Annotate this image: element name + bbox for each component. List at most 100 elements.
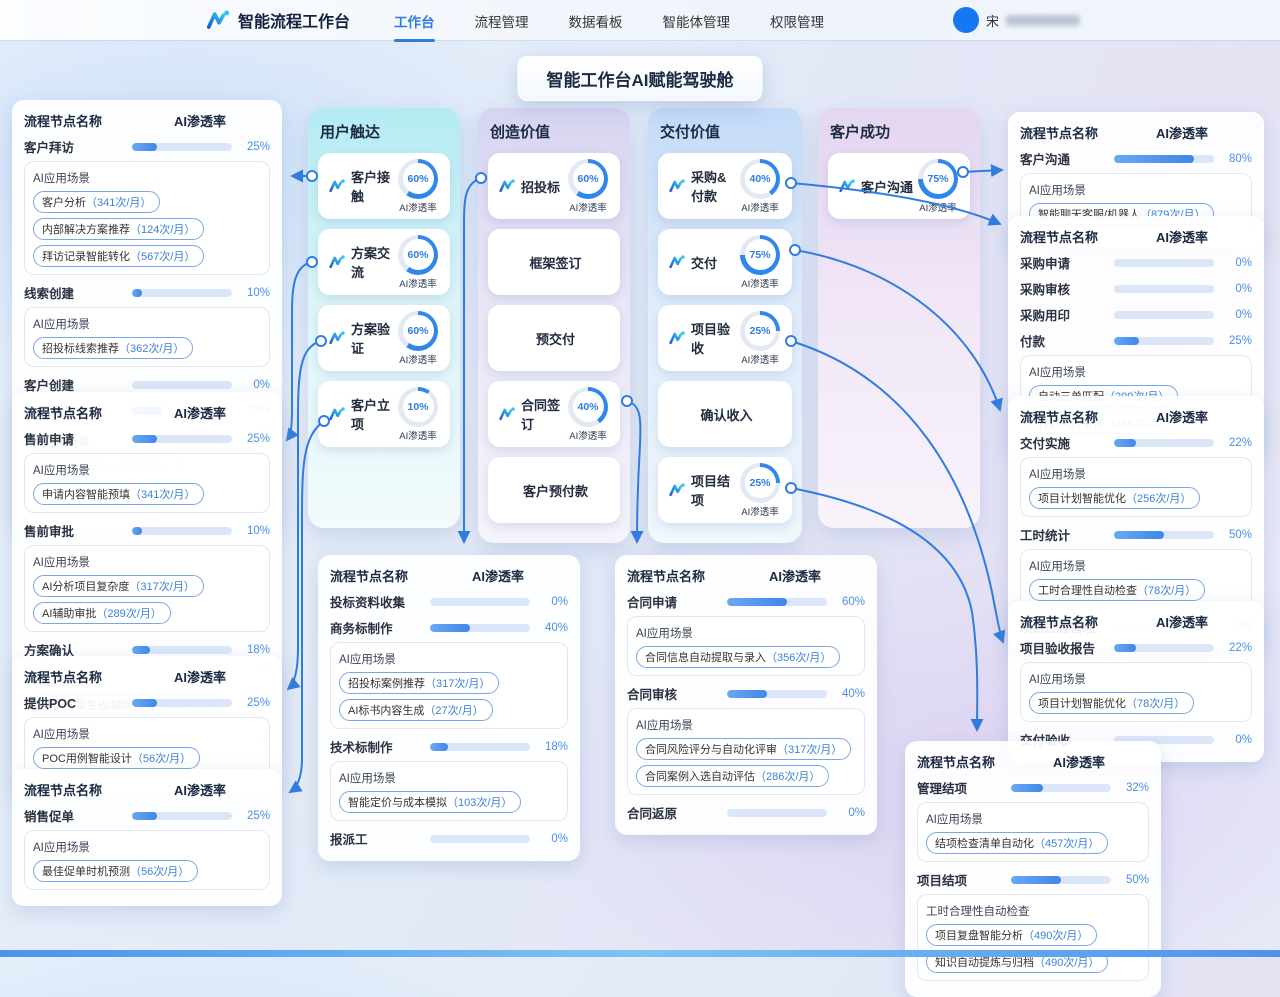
ai-scene-box: 工时合理性自动检查项目复盘智能分析（490次/月）知识自动提炼与归档（490次/…	[917, 894, 1149, 981]
ai-scene-box: AI应用场景项目计划智能优化（256次/月）	[1020, 457, 1252, 517]
ai-scene-tag[interactable]: 智能定价与成本模拟（103次/月）	[339, 791, 521, 813]
stage-node[interactable]: 框架签订	[488, 229, 620, 295]
ai-scene-tag[interactable]: 结项检查清单自动化（457次/月）	[926, 832, 1108, 854]
stage-node[interactable]: 交付75%AI渗透率	[658, 229, 792, 295]
process-row-group: 合同申请60%AI应用场景合同信息自动提取与录入（356次/月）	[627, 592, 865, 676]
ai-scene-tag[interactable]: 项目计划智能优化（256次/月）	[1029, 487, 1200, 509]
process-node-name: 交付实施	[1020, 433, 1114, 452]
stage-node[interactable]: 方案验证60%AI渗透率	[318, 305, 450, 371]
tag-count: （289次/月）	[96, 608, 161, 620]
user-menu[interactable]: 宋	[953, 7, 1080, 33]
process-row: 商务标制作40%	[330, 618, 568, 637]
penetration-ring: 75%	[918, 159, 958, 199]
nav-tab[interactable]: 数据看板	[567, 0, 625, 42]
process-row: 客户拜访25%	[24, 137, 270, 156]
ai-scene-tag[interactable]: 合同风险评分与自动化评审（317次/月）	[636, 738, 851, 760]
stage-node[interactable]: 客户接触60%AI渗透率	[318, 153, 450, 219]
ai-scene-tag[interactable]: 合同信息自动提取与录入（356次/月）	[636, 646, 840, 668]
stage-node[interactable]: 采购&付款40%AI渗透率	[658, 153, 792, 219]
nav-tab[interactable]: 权限管理	[768, 0, 826, 42]
ai-scene-tag[interactable]: 工时合理性自动检查（78次/月）	[1029, 579, 1205, 601]
penetration-percent: 10%	[232, 287, 270, 299]
ring-percent: 60%	[407, 173, 428, 185]
process-row-group: 客户拜访25%AI应用场景客户分析（341次/月）内部解决方案推荐（124次/月…	[24, 137, 270, 275]
process-row-group: 合同审核40%AI应用场景合同风险评分与自动化评审（317次/月）合同案例入选自…	[627, 684, 865, 795]
node-name: 确认收入	[700, 405, 752, 424]
ai-scene-tags: 客户分析（341次/月） 内部解决方案推荐（124次/月） 拜访记录智能转化（567…	[33, 191, 261, 267]
ai-scene-tags: 项目计划智能优化（256次/月）	[1029, 487, 1243, 509]
stage-node[interactable]: 客户沟通75%AI渗透率	[828, 153, 970, 219]
ai-scene-tag[interactable]: AI分析项目复杂度（317次/月）	[33, 575, 204, 597]
app-logo-icon	[205, 7, 231, 33]
node-name: 项目结项	[691, 471, 735, 509]
ai-scene-tag[interactable]: POC用例智能设计（56次/月）	[33, 747, 200, 769]
ai-scene-label: AI应用场景	[1029, 182, 1243, 198]
process-node-name: 项目验收报告	[1020, 638, 1114, 657]
bottom-strip	[0, 950, 1280, 957]
rate-col-header: AI渗透率	[130, 111, 270, 130]
tag-label: 内部解决方案推荐	[42, 224, 130, 236]
rate-col-header: AI渗透率	[1009, 752, 1149, 771]
process-row: 销售促单25%	[24, 806, 270, 825]
tag-count: （256次/月）	[1126, 493, 1191, 505]
penetration-bar	[1114, 259, 1214, 267]
penetration-bar	[1114, 155, 1214, 163]
ai-scene-box: AI应用场景项目计划智能优化（78次/月）	[1020, 662, 1252, 722]
stage-node[interactable]: 方案交流60%AI渗透率	[318, 229, 450, 295]
nav-tab[interactable]: 智能体管理	[661, 0, 733, 42]
ai-scene-tag[interactable]: 招投标案例推荐（317次/月）	[339, 672, 499, 694]
penetration-bar-fill	[1114, 644, 1136, 652]
ai-scene-tag[interactable]: AI标书内容生成（27次/月）	[339, 699, 493, 721]
tag-label: 合同风险评分与自动化评审	[645, 744, 777, 756]
penetration-ring-wrap: 40%AI渗透率	[563, 387, 613, 442]
stage-node[interactable]: 招投标60%AI渗透率	[488, 153, 620, 219]
ai-scene-tags: 招投标案例推荐（317次/月） AI标书内容生成（27次/月）	[339, 672, 559, 721]
stage-node[interactable]: 客户立项10%AI渗透率	[318, 381, 450, 447]
penetration-percent: 0%	[1214, 309, 1252, 321]
node-col-header: 流程节点名称	[330, 566, 428, 585]
penetration-percent: 25%	[232, 810, 270, 822]
ai-scene-tag[interactable]: 拜访记录智能转化（567次/月）	[33, 245, 204, 267]
tag-count: （317次/月）	[129, 581, 194, 593]
ai-scene-tag[interactable]: 合同案例入选自动评估（286次/月）	[636, 765, 829, 787]
process-row: 交付实施22%	[1020, 433, 1252, 452]
rate-col-header: AI渗透率	[1112, 227, 1252, 246]
avatar[interactable]	[953, 7, 979, 33]
ai-scene-tag[interactable]: 客户分析（341次/月）	[33, 191, 160, 213]
node-col-header: 流程节点名称	[1020, 123, 1112, 142]
process-row: 管理结项32%	[917, 778, 1149, 797]
stage-node[interactable]: 合同签订40%AI渗透率	[488, 381, 620, 447]
node-left: 项目结项	[668, 471, 735, 509]
process-row: 采购审核0%	[1020, 279, 1252, 298]
process-row-group: 采购用印0%	[1020, 305, 1252, 324]
ai-scene-tag[interactable]: 申请内容智能预填（341次/月）	[33, 483, 204, 505]
process-node-name: 合同审核	[627, 684, 727, 703]
ai-scene-tag[interactable]: 内部解决方案推荐（124次/月）	[33, 218, 204, 240]
process-node-name: 项目结项	[917, 870, 1011, 889]
nav-tab[interactable]: 工作台	[392, 0, 437, 42]
stage-node[interactable]: 客户预付款	[488, 457, 620, 523]
ring-caption: AI渗透率	[399, 428, 436, 442]
detail-card-acceptance: 流程节点名称AI渗透率项目验收报告22%AI应用场景项目计划智能优化（78次/月…	[1008, 601, 1264, 762]
stage-node[interactable]: 项目结项25%AI渗透率	[658, 457, 792, 523]
penetration-ring: 60%	[398, 235, 438, 275]
detail-card-header: 流程节点名称AI渗透率	[1020, 227, 1252, 246]
ai-scene-tag[interactable]: 招投标线索推荐（362次/月）	[33, 337, 193, 359]
stage-node[interactable]: 项目验收25%AI渗透率	[658, 305, 792, 371]
tag-label: AI标书内容生成	[348, 705, 424, 717]
penetration-bar-fill	[132, 646, 150, 654]
nav-tab[interactable]: 流程管理	[473, 0, 531, 42]
ai-scene-tag[interactable]: 项目复盘智能分析（490次/月）	[926, 924, 1097, 946]
stage-node[interactable]: 确认收入	[658, 381, 792, 447]
ai-scene-tag[interactable]: AI辅助审批（289次/月）	[33, 602, 171, 624]
process-row: 线索创建10%	[24, 283, 270, 302]
ai-scene-tag[interactable]: 项目计划智能优化（78次/月）	[1029, 692, 1194, 714]
node-name: 合同签订	[521, 395, 563, 433]
process-row: 客户沟通80%	[1020, 149, 1252, 168]
process-row: 售前申请25%	[24, 429, 270, 448]
tag-label: AI分析项目复杂度	[42, 581, 129, 593]
ai-scene-tag[interactable]: 最佳促单时机预测（56次/月）	[33, 860, 198, 882]
stage-node[interactable]: 预交付	[488, 305, 620, 371]
process-row-group: 投标资料收集0%	[330, 592, 568, 611]
ai-scene-tags: POC用例智能设计（56次/月）	[33, 747, 261, 769]
